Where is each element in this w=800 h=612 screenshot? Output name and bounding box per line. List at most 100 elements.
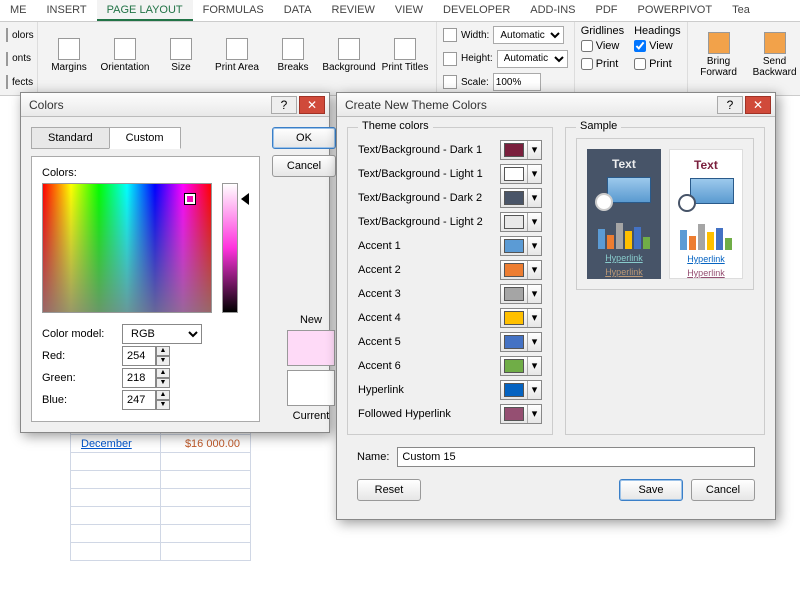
theme-color-dropdown-0[interactable]: ▾ [500,140,542,160]
size-button[interactable]: Size [156,25,206,85]
theme-colors-fieldset: Theme colors Text/Background - Dark 1▾Te… [347,127,553,435]
color-swatch-icon [504,407,524,421]
theme-color-row: Accent 4▾ [358,306,542,330]
margins-button[interactable]: Margins [44,25,94,85]
ribbon-tab-me[interactable]: ME [0,0,37,21]
ribbon-tab-developer[interactable]: DEVELOPER [433,0,520,21]
standard-tab[interactable]: Standard [31,127,110,149]
ok-button[interactable]: OK [272,127,336,149]
blue-input[interactable] [122,390,156,410]
theme-color-dropdown-4[interactable]: ▾ [500,236,542,256]
theme-fonts-btn[interactable]: onts [6,49,31,69]
theme-color-dropdown-1[interactable]: ▾ [500,164,542,184]
color-swatch-icon [504,191,524,205]
ribbon-tab-page-layout[interactable]: PAGE LAYOUT [97,0,193,21]
green-spin-down[interactable]: ▼ [156,378,170,388]
table-row[interactable]: December$16 000.00 [71,435,251,453]
green-spin-up[interactable]: ▲ [156,368,170,378]
color-gradient[interactable] [42,183,212,313]
gridlines-view-check[interactable]: View [581,37,624,55]
send-backward-icon [764,32,786,54]
theme-color-dropdown-10[interactable]: ▾ [500,380,542,400]
headings-view-check[interactable]: View [634,37,680,55]
sample-fieldset: Sample Text Hyperlink Hyperlink Text [565,127,765,435]
chevron-down-icon: ▾ [527,381,541,399]
height-select[interactable]: Automatic [497,50,568,68]
theme-color-dropdown-9[interactable]: ▾ [500,356,542,376]
help-button[interactable] [717,96,743,114]
bring-forward-button[interactable]: Bring Forward [694,25,744,85]
color-model-select[interactable]: RGB [122,324,202,344]
print-area-button[interactable]: Print Area [212,25,262,85]
theme-color-row: Text/Background - Dark 1▾ [358,138,542,162]
theme-color-dropdown-11[interactable]: ▾ [500,404,542,424]
sample-shape-icon [607,177,651,203]
ribbon-tab-tea[interactable]: Tea [722,0,760,21]
ribbon-tab-powerpivot[interactable]: POWERPIVOT [628,0,723,21]
ribbon-tab-add-ins[interactable]: ADD-INS [520,0,585,21]
print-titles-button[interactable]: Print Titles [380,25,430,85]
sample-circle-icon [678,194,696,212]
close-button[interactable]: ✕ [745,96,771,114]
scale-icon [443,75,457,89]
theme-color-dropdown-5[interactable]: ▾ [500,260,542,280]
color-swatch-icon [504,263,524,277]
red-input[interactable] [122,346,156,366]
theme-color-dropdown-6[interactable]: ▾ [500,284,542,304]
scale-input[interactable] [493,73,541,91]
width-select[interactable]: Automatic [493,26,564,44]
blue-spin-up[interactable]: ▲ [156,390,170,400]
theme-titlebar[interactable]: Create New Theme Colors ✕ [337,93,775,117]
gradient-marker[interactable] [185,194,195,204]
color-swatch-icon [504,143,524,157]
theme-name-input[interactable] [397,447,755,467]
orientation-button[interactable]: Orientation [100,25,150,85]
ribbon-tab-pdf[interactable]: PDF [586,0,628,21]
height-icon [443,52,457,66]
red-spin-up[interactable]: ▲ [156,346,170,356]
theme-color-dropdown-2[interactable]: ▾ [500,188,542,208]
current-color-swatch [287,370,335,406]
colors-dialog: Colors ✕ Standard Custom Colors: Color m… [20,92,330,433]
theme-colors-btn[interactable]: olors [6,25,31,45]
luminance-bar[interactable] [222,183,238,313]
sample-shape-icon [690,178,734,204]
color-swatch-icon [504,359,524,373]
ribbon-tab-insert[interactable]: INSERT [37,0,97,21]
theme-color-dropdown-7[interactable]: ▾ [500,308,542,328]
print-titles-icon [394,38,416,60]
theme-color-row: Text/Background - Light 1▾ [358,162,542,186]
theme-color-row: Accent 1▾ [358,234,542,258]
ribbon-tab-formulas[interactable]: FORMULAS [193,0,274,21]
blue-spin-down[interactable]: ▼ [156,400,170,410]
breaks-button[interactable]: Breaks [268,25,318,85]
red-spin-down[interactable]: ▼ [156,356,170,366]
gridlines-print-check[interactable]: Print [581,55,624,73]
colors-titlebar[interactable]: Colors ✕ [21,93,329,117]
background-button[interactable]: Background [324,25,374,85]
save-button[interactable]: Save [619,479,683,501]
ribbon-tab-review[interactable]: REVIEW [322,0,385,21]
send-backward-button[interactable]: Send Backward [750,25,800,85]
close-button[interactable]: ✕ [299,96,325,114]
luminance-arrow-icon[interactable] [241,193,249,205]
theme-color-row: Text/Background - Dark 2▾ [358,186,542,210]
red-label: Red: [42,350,116,362]
chevron-down-icon: ▾ [527,189,541,207]
green-input[interactable] [122,368,156,388]
size-icon [170,38,192,60]
current-label: Current [286,410,336,422]
theme-color-dropdown-8[interactable]: ▾ [500,332,542,352]
headings-print-check[interactable]: Print [634,55,680,73]
ribbon-tab-view[interactable]: VIEW [385,0,433,21]
reset-button[interactable]: Reset [357,479,421,501]
print-area-icon [226,38,248,60]
theme-effects-btn[interactable]: fects [6,72,31,92]
ribbon-tab-data[interactable]: DATA [274,0,322,21]
cancel-button[interactable]: Cancel [272,155,336,177]
blue-label: Blue: [42,394,116,406]
help-button[interactable] [271,96,297,114]
theme-color-dropdown-3[interactable]: ▾ [500,212,542,232]
custom-tab[interactable]: Custom [109,127,181,149]
theme-cancel-button[interactable]: Cancel [691,479,755,501]
